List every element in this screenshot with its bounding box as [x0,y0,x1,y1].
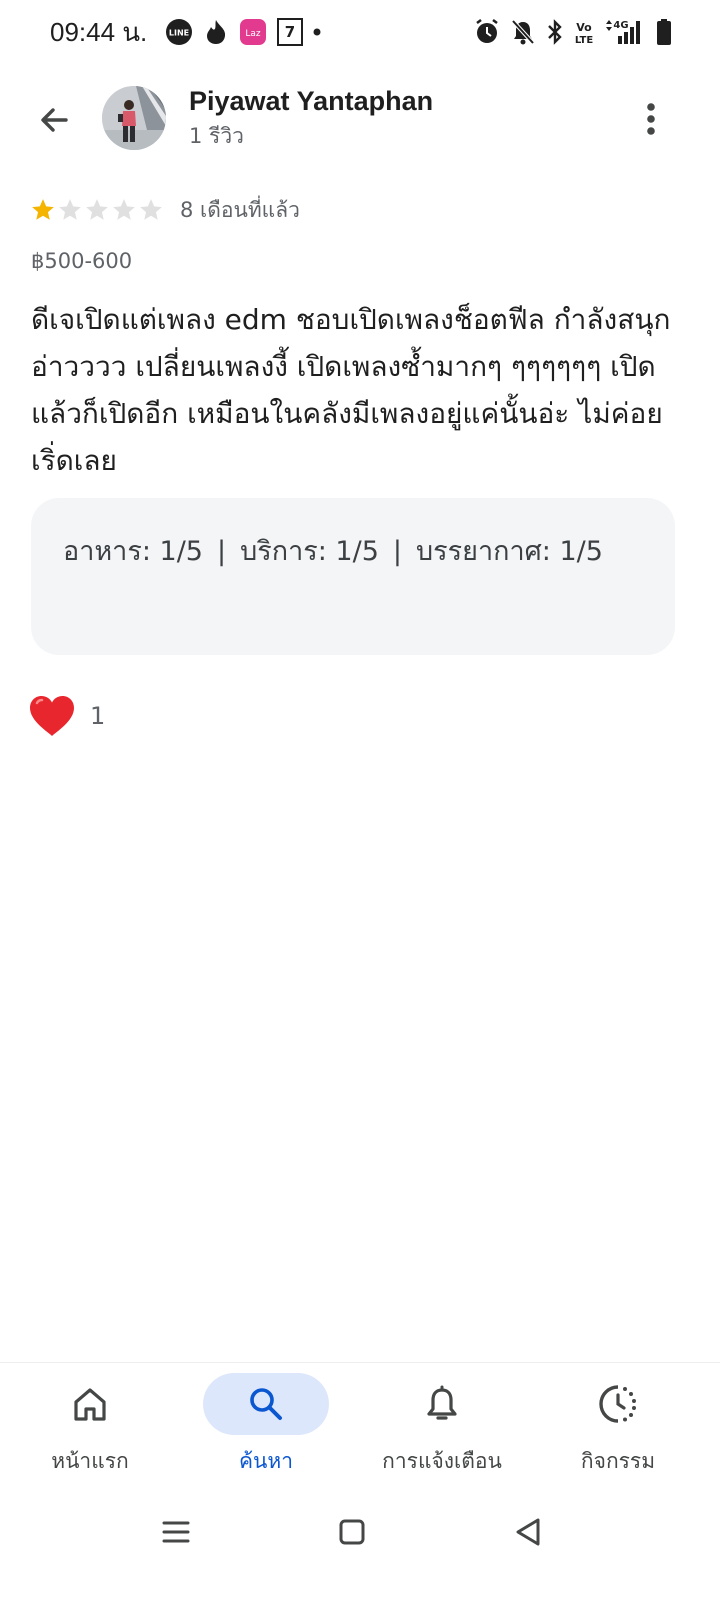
nav-search-icon-wrap [203,1373,329,1435]
tinder-app-icon [203,18,229,46]
nav-activity-icon-wrap [555,1373,681,1435]
nav-activity[interactable]: กิจกรรม [528,1363,708,1489]
volte-icon: Vo LTE [574,18,594,46]
svg-text:4G: 4G [613,20,628,31]
like-reaction[interactable]: 1 [28,692,105,740]
profile-header: Piyawat Yantaphan 1 รีวิว [0,82,720,154]
review-text: ดีเจเปิดแต่เพลง edm ชอบเปิดเพลงช็อตฟีล ก… [31,303,671,477]
nav-activity-label: กิจกรรม [580,1449,656,1473]
reaction-count: 1 [90,702,106,730]
network-4g-signal-icon: 4G [604,18,646,46]
battery-icon [656,18,672,46]
nav-notifications-label: การแจ้งเตือน [382,1449,502,1473]
star-filled-icon [32,199,54,220]
score-separator: | [216,536,227,567]
sub-ratings-card: อาหาร: 1/5 | บริการ: 1/5 | บรรยากาศ: 1/5 [31,498,675,655]
score-separator: | [392,536,402,567]
price-range: ฿500-600 [31,249,133,273]
back-system-button[interactable] [498,1502,558,1562]
alarm-icon [474,18,500,46]
more-vert-icon [647,103,655,135]
status-bar: 09:44 น. LINE Laz 7 Vo LTE 4G [0,0,720,64]
nav-home-label: หน้าแรก [51,1449,129,1473]
star-empty-icon [140,199,162,220]
mute-bell-icon [510,18,536,46]
system-navigation-bar [0,1490,720,1600]
star-empty-icon [86,199,108,220]
star-empty-icon [59,199,81,220]
star-rating [30,197,164,223]
status-bar-left: 09:44 น. LINE Laz 7 [50,12,321,53]
review-count: 1 รีวิว [189,124,244,148]
nav-search[interactable]: ค้นหา [176,1363,356,1489]
svg-text:LTE: LTE [575,35,594,46]
nav-home-icon-wrap [27,1373,153,1435]
dot-indicator [313,28,321,36]
avatar[interactable] [102,86,166,150]
status-time: 09:44 น. [50,16,148,47]
activity-icon [599,1385,636,1423]
nav-search-label: ค้นหา [238,1449,294,1473]
svg-text:LINE: LINE [169,29,189,38]
svg-text:Vo: Vo [576,21,592,34]
menu-icon [162,1521,190,1543]
status-bar-right: Vo LTE 4G [474,18,672,46]
screen: 09:44 น. LINE Laz 7 Vo LTE 4G Piyawat Ya… [0,0,720,1600]
nav-notifications-icon-wrap [379,1373,505,1435]
arrow-back-icon [41,108,68,132]
star-empty-icon [113,199,135,220]
seven-eleven-app-icon: 7 [277,18,304,46]
rating-row: 8 เดือนที่แล้ว [30,194,300,226]
heart-icon [30,696,74,736]
food-score: อาหาร: 1/5 [63,536,203,567]
back-button[interactable] [30,96,78,144]
more-options-button[interactable] [626,94,676,144]
reviewer-name[interactable]: Piyawat Yantaphan [189,86,433,117]
bottom-navigation: หน้าแรก ค้นหา การแจ้งเตือน กิจกรรม [0,1362,720,1488]
square-icon [339,1519,365,1545]
bluetooth-icon [546,18,564,46]
search-icon [250,1388,282,1420]
bell-icon [427,1385,457,1420]
svg-text:7: 7 [285,23,295,41]
recents-button[interactable] [146,1502,206,1562]
review-time: 8 เดือนที่แล้ว [180,197,300,222]
triangle-back-icon [516,1518,540,1546]
service-score: บริการ: 1/5 [240,536,379,567]
nav-home[interactable]: หน้าแรก [0,1363,180,1489]
home-icon [74,1388,106,1421]
atmosphere-score: บรรยากาศ: 1/5 [416,536,603,567]
line-app-icon: LINE [165,18,193,46]
home-system-button[interactable] [322,1502,382,1562]
nav-notifications[interactable]: การแจ้งเตือน [352,1363,532,1489]
lazada-app-icon: Laz [239,18,267,46]
svg-text:Laz: Laz [246,29,262,39]
